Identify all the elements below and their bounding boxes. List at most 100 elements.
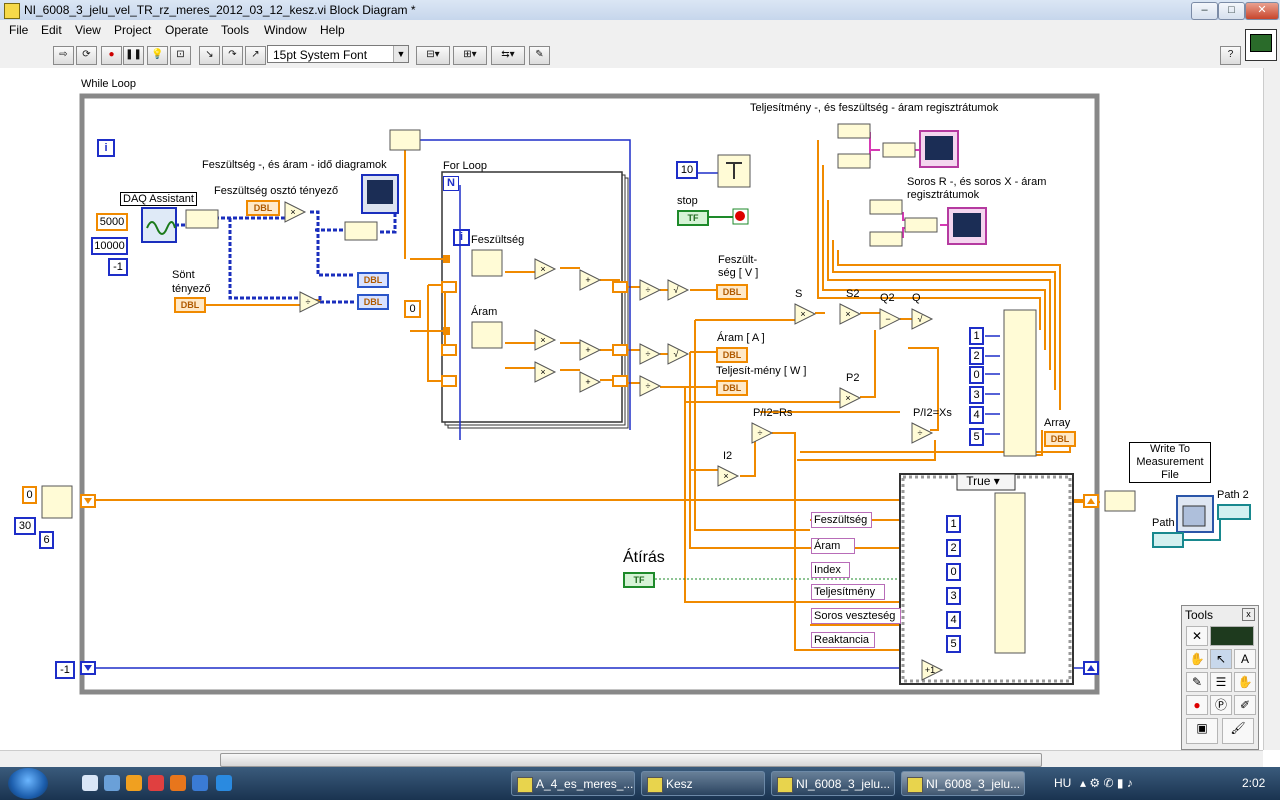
menu-operate[interactable]: Operate [165, 23, 208, 37]
maximize-button[interactable]: □ [1218, 2, 1245, 20]
case-string-constant[interactable]: Reaktancia [811, 632, 875, 648]
array-index-constant[interactable]: 2 [969, 347, 984, 365]
menu-window[interactable]: Window [264, 23, 307, 37]
font-select[interactable]: 15pt System Font ▼ [267, 45, 409, 63]
array-index-constant[interactable]: 1 [969, 327, 984, 345]
iteration-terminal[interactable]: i [97, 139, 115, 157]
dbl-array[interactable]: DBL [1044, 431, 1076, 447]
constant-5000[interactable]: 5000 [96, 213, 128, 231]
case-index-constant[interactable]: 1 [946, 515, 961, 533]
dbl-current-array[interactable]: DBL [357, 294, 389, 310]
path-control[interactable] [1152, 532, 1184, 548]
constant-minus1-bottom[interactable]: -1 [55, 661, 75, 679]
constant-6[interactable]: 6 [39, 531, 54, 549]
pause-icon[interactable]: ❚❚ [123, 46, 144, 65]
menu-help[interactable]: Help [320, 23, 345, 37]
probe-tool-icon[interactable]: Ⓟ [1210, 695, 1232, 715]
set-color-tool-icon[interactable]: ▣ [1186, 718, 1218, 744]
dbl-aram-a[interactable]: DBL [716, 347, 748, 363]
vertical-scrollbar[interactable] [1263, 68, 1280, 750]
scroll-tool-icon[interactable]: ✋ [1234, 672, 1256, 692]
operate-tool-icon[interactable]: ✋ [1186, 649, 1208, 669]
run-continuous-icon[interactable]: ⟳ [76, 46, 97, 65]
align-icon[interactable]: ⊟▾ [416, 46, 450, 65]
position-tool-icon[interactable]: ↖ [1210, 649, 1232, 669]
tray-icons[interactable]: ▴ ⚙ ✆ ▮ ♪ [1080, 776, 1133, 790]
dbl-voltage-array[interactable]: DBL [357, 272, 389, 288]
taskbar-item[interactable]: NI_6008_3_jelu... [771, 771, 895, 796]
retain-wire-values-icon[interactable]: ⊡ [170, 46, 191, 65]
atiras-tf-control[interactable]: TF [623, 572, 655, 588]
highlight-execution-icon[interactable]: 💡 [147, 46, 168, 65]
case-index-constant[interactable]: 2 [946, 539, 961, 557]
case-string-constant[interactable]: Áram [811, 538, 855, 554]
show-desktop-icon[interactable] [82, 775, 98, 791]
step-over-icon[interactable]: ↷ [222, 46, 243, 65]
media-player-icon[interactable] [126, 775, 142, 791]
vi-connector-icon[interactable] [1245, 29, 1277, 61]
array-index-constant[interactable]: 0 [969, 366, 984, 384]
path2-indicator[interactable] [1217, 504, 1251, 520]
menu-tools[interactable]: Tools [221, 23, 249, 37]
chrome-icon[interactable] [148, 775, 164, 791]
case-index-constant[interactable]: 5 [946, 635, 961, 653]
explorer-icon[interactable] [104, 775, 120, 791]
cleanup-icon[interactable]: ✎ [529, 46, 550, 65]
breakpoint-tool-icon[interactable]: ● [1186, 695, 1208, 715]
dbl-teljesitmeny-w[interactable]: DBL [716, 380, 748, 396]
internet-explorer-icon[interactable] [216, 775, 232, 791]
start-button[interactable] [8, 768, 48, 799]
stop-tf-control[interactable]: TF [677, 210, 709, 226]
horizontal-scrollbar[interactable] [0, 750, 1263, 768]
for-loop-iteration-terminal[interactable]: i [453, 229, 470, 246]
menu-file[interactable]: File [9, 23, 28, 37]
step-into-icon[interactable]: ↘ [199, 46, 220, 65]
taskbar-item[interactable]: A_4_es_meres_... [511, 771, 635, 796]
case-index-constant[interactable]: 0 [946, 563, 961, 581]
block-diagram-canvas[interactable]: × ÷ × + × + × + ÷ √ ÷ √ ÷ × × − √ × ÷ ÷ × +1 [0, 68, 1263, 750]
step-out-icon[interactable]: ↗ [245, 46, 266, 65]
case-selector-true[interactable]: True ▾ [961, 474, 1005, 488]
distribute-icon[interactable]: ⊞▾ [453, 46, 487, 65]
case-structure[interactable] [899, 473, 1074, 685]
dbl-divider-factor[interactable]: DBL [246, 200, 280, 216]
color-brush-icon[interactable]: 🖌 [1222, 718, 1254, 744]
dbl-feszultseg-v[interactable]: DBL [716, 284, 748, 300]
constant-0-left[interactable]: 0 [22, 486, 37, 504]
auto-tool-icon[interactable]: ✕ [1186, 626, 1208, 646]
menu-view[interactable]: View [75, 23, 101, 37]
text-tool-icon[interactable]: A [1234, 649, 1256, 669]
array-index-constant[interactable]: 4 [969, 406, 984, 424]
reorder-icon[interactable]: ⇆▾ [491, 46, 525, 65]
horizontal-scroll-thumb[interactable] [220, 753, 1042, 767]
for-loop-count-terminal[interactable]: N [443, 176, 459, 191]
case-index-constant[interactable]: 3 [946, 587, 961, 605]
minimize-button[interactable]: – [1191, 2, 1218, 20]
constant-minus1-top[interactable]: -1 [108, 258, 128, 276]
tools-palette[interactable]: Tools x ✕ ✋ ↖ A ✎ ☰ ✋ ● Ⓟ ✐ ▣ 🖌 [1181, 605, 1259, 750]
array-index-constant[interactable]: 3 [969, 386, 984, 404]
run-arrow-icon[interactable]: ⇨ [53, 46, 74, 65]
close-button[interactable]: ✕ [1245, 2, 1279, 20]
tools-palette-close-button[interactable]: x [1242, 608, 1255, 621]
dbl-shunt-factor[interactable]: DBL [174, 297, 206, 313]
constant-30[interactable]: 30 [14, 517, 36, 535]
constant-10[interactable]: 10 [676, 161, 698, 179]
connect-wire-tool-icon[interactable]: ✎ [1186, 672, 1208, 692]
array-index-constant[interactable]: 5 [969, 428, 984, 446]
language-indicator[interactable]: HU [1054, 776, 1071, 790]
skype-icon[interactable] [192, 775, 208, 791]
firefox-icon[interactable] [170, 775, 186, 791]
taskbar-item[interactable]: NI_6008_3_jelu... [901, 771, 1025, 796]
menu-edit[interactable]: Edit [41, 23, 62, 37]
get-color-tool-icon[interactable]: ✐ [1234, 695, 1256, 715]
case-string-constant[interactable]: Index [811, 562, 850, 578]
taskbar-item[interactable]: Kesz [641, 771, 765, 796]
context-help-button[interactable]: ? [1220, 46, 1241, 65]
case-index-constant[interactable]: 4 [946, 611, 961, 629]
case-string-constant[interactable]: Teljesítmény [811, 584, 885, 600]
case-string-constant[interactable]: Soros veszteség [811, 608, 901, 624]
case-string-constant[interactable]: Feszültség [811, 512, 872, 528]
constant-10000[interactable]: 10000 [91, 237, 128, 255]
constant-0-for[interactable]: 0 [404, 300, 421, 318]
